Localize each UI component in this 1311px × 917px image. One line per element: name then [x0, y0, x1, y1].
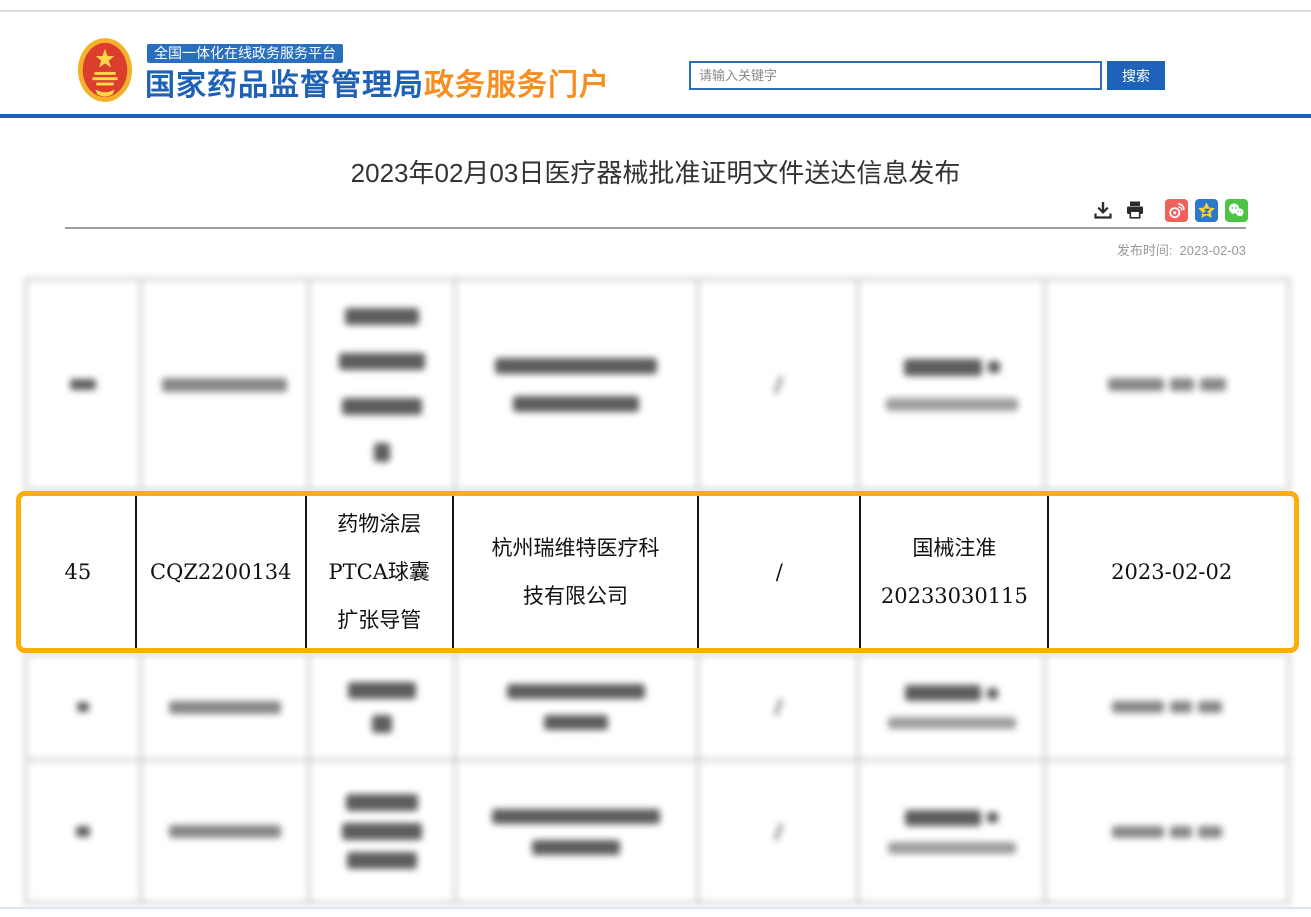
- redacted-text: [347, 852, 417, 869]
- cell-seq: [27, 761, 140, 902]
- redacted-text: [342, 398, 422, 415]
- redacted-text: [544, 715, 608, 730]
- cell-product-name: 药物涂层 PTCA球囊 扩张导管: [305, 496, 452, 648]
- top-divider: [0, 10, 1311, 12]
- table-row-blurred: [25, 761, 1290, 904]
- content-divider: [65, 227, 1246, 229]
- cell-cert-no: [857, 655, 1043, 759]
- product-name-value: 药物涂层 PTCA球囊 扩张导管: [329, 500, 430, 644]
- table-row-blurred: [25, 653, 1290, 761]
- cell-registrant: [454, 761, 697, 902]
- cell-agent: /: [697, 496, 859, 648]
- cell-delivery-date: [1044, 280, 1288, 489]
- redacted-text: [774, 376, 783, 394]
- results-table: 45 CQZ2200134 药物涂层 PTCA球囊 扩张导管 杭州瑞维特医疗科 …: [25, 278, 1290, 904]
- redacted-text: [888, 842, 1016, 854]
- redacted-text: [513, 396, 639, 412]
- seq-value: 45: [64, 548, 91, 596]
- toolbar: [1083, 197, 1248, 223]
- redacted-text: [1108, 378, 1226, 391]
- cell-acceptance-no: [140, 280, 308, 489]
- redacted-text: [70, 379, 96, 390]
- cell-delivery-date: [1044, 655, 1288, 759]
- redacted-text: [372, 715, 392, 733]
- publish-time-label: 发布时间:: [1117, 243, 1173, 258]
- redacted-text: [905, 810, 998, 826]
- header-divider: [0, 114, 1311, 118]
- cell-product-name: [308, 655, 454, 759]
- search-input[interactable]: [689, 61, 1102, 90]
- print-icon[interactable]: [1123, 198, 1147, 222]
- redacted-text: [169, 701, 281, 714]
- redacted-text: [905, 685, 998, 701]
- agent-value: /: [776, 548, 783, 596]
- redacted-text: [886, 398, 1018, 411]
- page: 全国一体化在线政务服务平台 国家药品监督管理局政务服务门户 搜索 2023年02…: [0, 0, 1311, 917]
- acceptance-no-value: CQZ2200134: [150, 548, 291, 596]
- redacted-text: [346, 794, 418, 811]
- cell-agent: [697, 655, 857, 759]
- portal-name: 政务服务门户: [424, 69, 610, 102]
- redacted-text: [374, 443, 390, 462]
- redacted-text: [495, 358, 657, 374]
- weibo-share-icon[interactable]: [1165, 199, 1188, 222]
- redacted-text: [1112, 701, 1222, 713]
- wechat-share-icon[interactable]: [1225, 199, 1248, 222]
- redacted-text: [507, 684, 645, 699]
- delivery-date-value: 2023-02-02: [1111, 548, 1232, 596]
- cell-product-name: [308, 280, 454, 489]
- cell-seq: 45: [21, 496, 135, 648]
- redacted-text: [888, 717, 1016, 729]
- redacted-text: [774, 698, 783, 716]
- org-name: 国家药品监督管理局: [145, 69, 424, 102]
- cell-registrant: [454, 655, 697, 759]
- cell-registrant: [454, 280, 697, 489]
- download-icon[interactable]: [1091, 198, 1115, 222]
- redacted-text: [1112, 826, 1222, 838]
- redacted-text: [162, 378, 287, 392]
- redacted-text: [348, 682, 416, 699]
- cell-seq: [27, 280, 140, 489]
- national-emblem-logo: [76, 36, 134, 104]
- cell-cert-no: 国械注准 20233030115: [859, 496, 1047, 648]
- cell-agent: [697, 761, 857, 902]
- redacted-text: [339, 353, 425, 370]
- publish-time: 发布时间: 2023-02-03: [1117, 240, 1246, 259]
- redacted-text: [169, 825, 281, 838]
- registrant-value: 杭州瑞维特医疗科 技有限公司: [491, 524, 659, 620]
- redacted-text: [345, 308, 419, 325]
- cell-delivery-date: 2023-02-02: [1047, 496, 1294, 648]
- site-title: 国家药品监督管理局政务服务门户: [145, 60, 610, 104]
- cell-product-name: [308, 761, 454, 902]
- redacted-text: [76, 826, 90, 837]
- cell-acceptance-no: [140, 761, 308, 902]
- table-row-highlighted: 45 CQZ2200134 药物涂层 PTCA球囊 扩张导管 杭州瑞维特医疗科 …: [16, 491, 1299, 653]
- redacted-text: [532, 840, 620, 855]
- cell-agent: [697, 280, 857, 489]
- qzone-share-icon[interactable]: [1195, 199, 1218, 222]
- cell-seq: [27, 655, 140, 759]
- bottom-divider: [0, 907, 1311, 909]
- redacted-text: [492, 809, 660, 824]
- page-title: 2023年02月03日医疗器械批准证明文件送达信息发布: [0, 153, 1311, 190]
- publish-date: 2023-02-03: [1180, 243, 1247, 258]
- table-row-blurred: [25, 278, 1290, 491]
- cell-cert-no: [857, 280, 1043, 489]
- cell-acceptance-no: CQZ2200134: [135, 496, 305, 648]
- redacted-text: [342, 823, 422, 840]
- cell-registrant: 杭州瑞维特医疗科 技有限公司: [452, 496, 698, 648]
- redacted-text: [774, 823, 783, 841]
- redacted-text: [904, 359, 1000, 376]
- redacted-text: [77, 702, 89, 712]
- cell-cert-no: [857, 761, 1043, 902]
- cell-delivery-date: [1044, 761, 1288, 902]
- search-button[interactable]: 搜索: [1107, 61, 1165, 90]
- cell-acceptance-no: [140, 655, 308, 759]
- cert-no-value: 国械注准 20233030115: [881, 524, 1028, 620]
